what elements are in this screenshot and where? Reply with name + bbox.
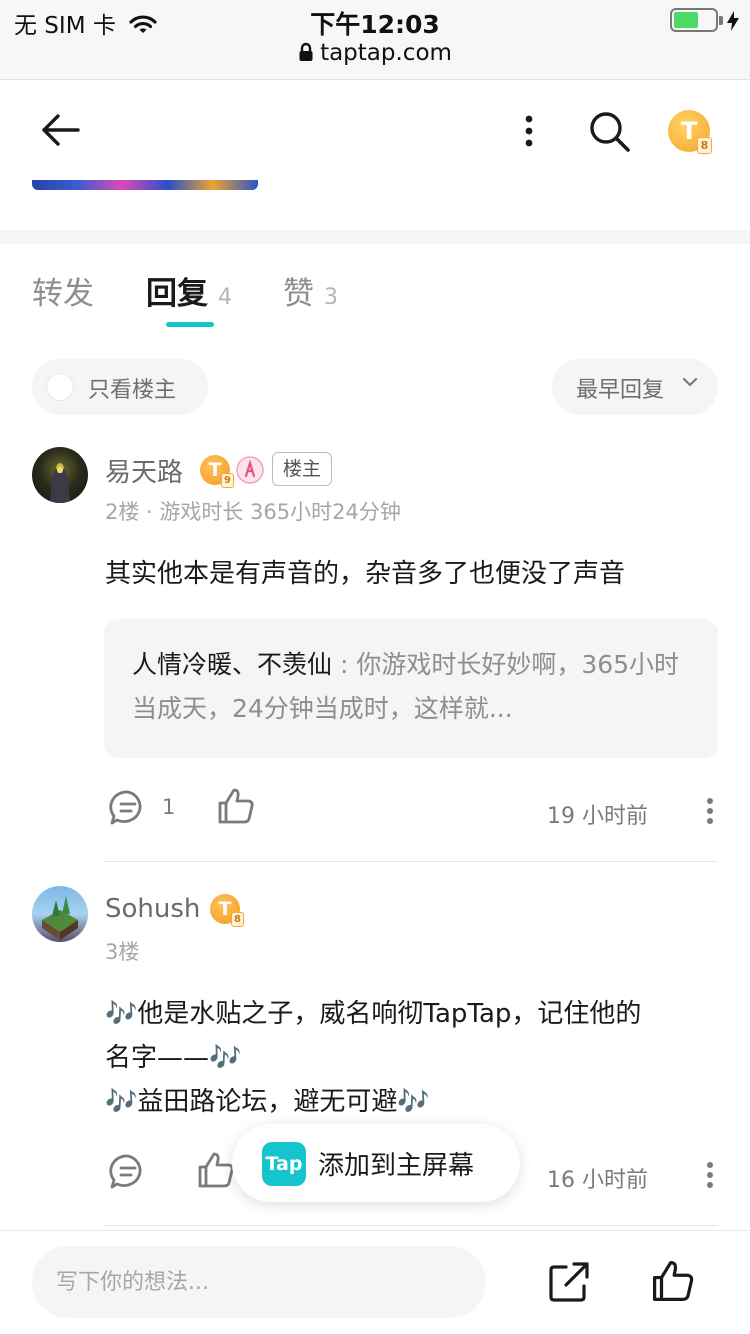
address-bar[interactable]: taptap.com	[0, 40, 750, 66]
comment-input[interactable]	[56, 1266, 456, 1298]
add-to-home-screen-prompt[interactable]: Tap 添加到主屏幕	[232, 1124, 520, 1202]
taptap-app-icon: Tap	[262, 1142, 306, 1186]
comment-meta: 3楼	[105, 940, 140, 964]
avatar-image	[42, 896, 78, 940]
avatar[interactable]	[32, 886, 88, 942]
like-icon[interactable]	[216, 786, 256, 826]
tab-forward[interactable]: 转发	[32, 268, 94, 313]
quote-author[interactable]: 人情冷暖、不羡仙	[132, 650, 332, 679]
tab-label: 回复	[146, 276, 208, 312]
quote-separator: :	[332, 650, 357, 679]
sort-label: 最早回复	[576, 378, 665, 403]
back-arrow-icon[interactable]	[38, 112, 82, 148]
comment-icon[interactable]	[108, 789, 148, 827]
status-time: 下午12:03	[310, 10, 440, 39]
url-text: taptap.com	[320, 40, 452, 66]
level-badge-icon: T8	[210, 894, 244, 927]
charging-icon	[727, 11, 739, 31]
battery-icon	[670, 8, 723, 32]
comment-time: 16 小时前	[547, 1168, 648, 1193]
tab-likes[interactable]: 赞3	[283, 268, 338, 313]
search-icon[interactable]	[588, 110, 632, 154]
badge-level: 8	[231, 912, 244, 927]
user-avatar[interactable]: T 8	[668, 110, 712, 154]
badge-letter: T	[208, 459, 222, 481]
comment-body-line: 🎶益田路论坛，避无可避🎶	[105, 1087, 430, 1117]
active-tab-indicator	[166, 322, 214, 327]
op-tag: 楼主	[272, 452, 332, 486]
tab-count: 4	[218, 285, 232, 310]
top-nav: T 8	[0, 80, 750, 180]
comment-username[interactable]: Sohush	[105, 894, 200, 924]
tab-count: 3	[324, 285, 338, 310]
quoted-reply[interactable]: 人情冷暖、不羡仙 : 你游戏时长好妙啊，365小时当成天，24分钟当成时，这样就…	[104, 619, 718, 758]
comment-icon[interactable]	[108, 1153, 148, 1191]
share-icon[interactable]	[548, 1261, 592, 1303]
sort-dropdown[interactable]: 最早回复	[552, 359, 718, 415]
like-icon[interactable]	[196, 1150, 236, 1190]
status-bar: 无 SIM 卡 下午12:03 taptap.com	[0, 0, 750, 80]
more-vertical-icon[interactable]	[704, 1161, 716, 1189]
comment-body-line: 名字——🎶	[105, 1043, 242, 1073]
comment-body-line: 🎶他是水贴之子，威名响彻TapTap，记住他的	[105, 999, 642, 1029]
quoted-reply-text: 人情冷暖、不羡仙 : 你游戏时长好妙啊，365小时当成天，24分钟当成时，这样就…	[132, 643, 692, 731]
avatar[interactable]	[32, 447, 88, 503]
comment-divider	[104, 861, 718, 862]
tab-label: 转发	[32, 276, 94, 312]
comment-meta: 2楼 · 游戏时长 365小时24分钟	[105, 500, 401, 524]
avatar-level-badge: 8	[697, 137, 712, 154]
scrolled-post-preview	[0, 180, 750, 230]
chevron-down-icon	[682, 377, 698, 387]
post-image-thumbnail[interactable]	[32, 180, 258, 190]
badge-level: 9	[221, 473, 234, 488]
comment-username[interactable]: 易天路	[105, 452, 183, 489]
only-op-toggle[interactable]: 只看楼主	[32, 359, 208, 415]
more-vertical-icon[interactable]	[704, 797, 716, 825]
tab-label: 赞	[283, 276, 314, 312]
more-vertical-icon[interactable]	[522, 114, 536, 148]
like-icon[interactable]	[650, 1258, 696, 1304]
badge-letter: T	[218, 898, 232, 920]
lock-icon	[299, 42, 313, 61]
comment-body: 其实他本是有声音的，杂音多了也便没了声音	[105, 559, 626, 589]
avatar-image	[50, 463, 70, 503]
add-to-home-label: 添加到主屏幕	[318, 1151, 475, 1181]
comment-time: 19 小时前	[547, 804, 648, 829]
reply-count: 1	[162, 795, 176, 819]
comment-divider	[104, 1225, 718, 1226]
compose-field[interactable]	[32, 1246, 486, 1318]
level-badge-icon: T9	[200, 455, 234, 488]
comment-body: 🎶他是水贴之子，威名响彻TapTap，记住他的 名字——🎶 🎶益田路论坛，避无可…	[105, 992, 718, 1124]
only-op-label: 只看楼主	[88, 378, 177, 403]
tab-replies[interactable]: 回复 4	[146, 268, 232, 313]
pink-badge-icon	[236, 456, 264, 484]
radio-icon[interactable]	[46, 373, 74, 401]
section-divider	[0, 230, 750, 244]
